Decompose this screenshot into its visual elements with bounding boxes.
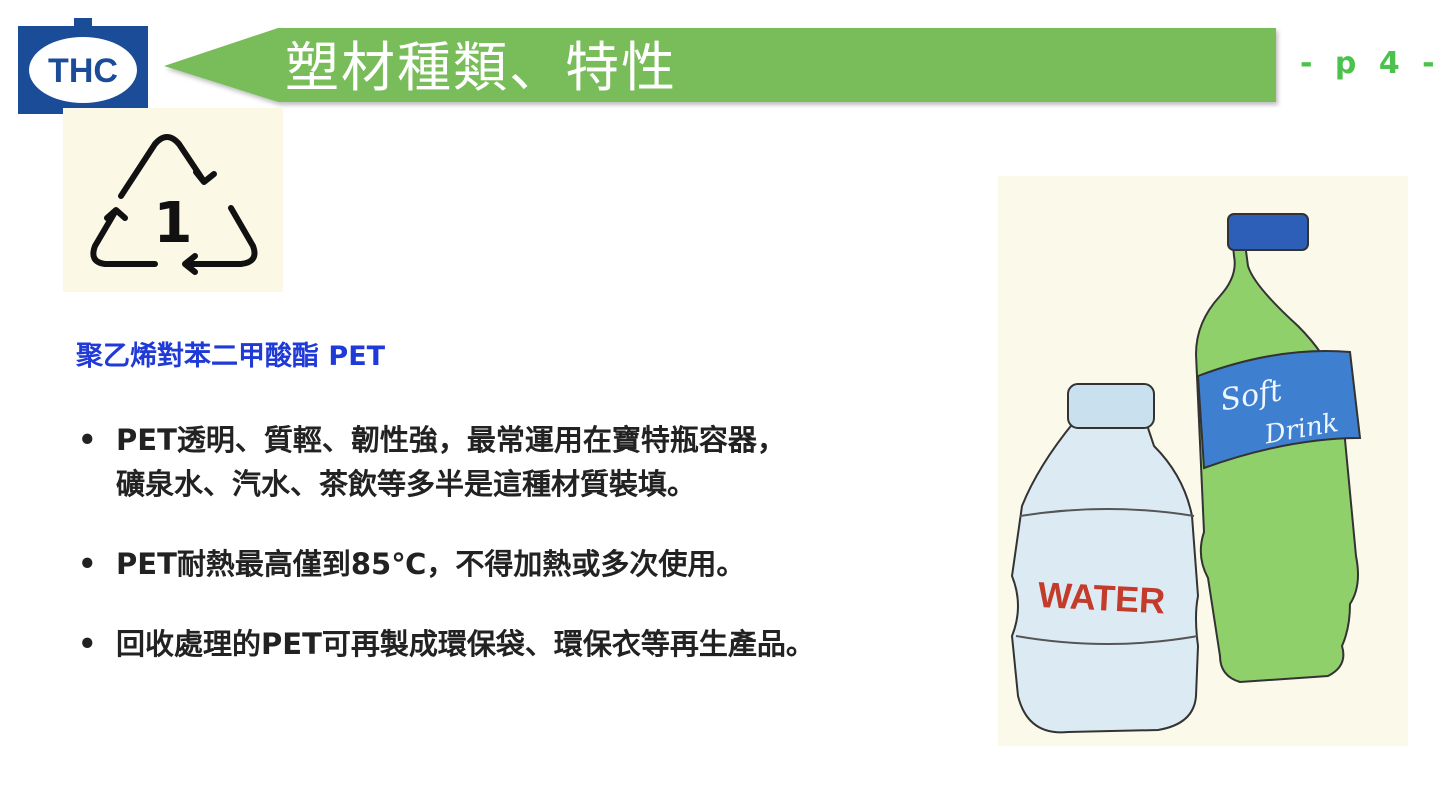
logo-text: THC xyxy=(48,52,118,90)
bottles-illustration: Soft Drink WATER xyxy=(998,176,1408,746)
material-name: 聚乙烯對苯二甲酸酯 PET xyxy=(76,341,386,372)
page-title: 塑材種類、特性 xyxy=(285,36,677,99)
list-item: • 回收處理的PET可再製成環保袋、環保衣等再生產品。 xyxy=(70,622,970,666)
bullet-dot-icon: • xyxy=(78,547,97,581)
soft-drink-bottle: Soft Drink xyxy=(1194,213,1362,684)
list-item: • PET透明、質輕、韌性強，最常運用在寶特瓶容器， 礦泉水、汽水、茶飲等多半是… xyxy=(70,418,970,506)
recycle-code: 1 xyxy=(154,191,193,256)
list-item: • PET耐熱最高僅到85℃，不得加熱或多次使用。 xyxy=(70,542,970,586)
water-label: WATER xyxy=(1037,574,1166,622)
bullet-dot-icon: • xyxy=(78,423,97,457)
water-bottle: WATER xyxy=(1010,383,1200,734)
recycle-symbol-panel: 1 xyxy=(63,108,283,292)
thc-logo: THC xyxy=(18,18,148,114)
page-number: - p 4 - xyxy=(1300,46,1440,81)
bullet-dot-icon: • xyxy=(78,627,97,661)
recycle-triangle-icon: 1 xyxy=(90,134,258,275)
property-list: • PET透明、質輕、韌性強，最常運用在寶特瓶容器， 礦泉水、汽水、茶飲等多半是… xyxy=(70,418,970,702)
